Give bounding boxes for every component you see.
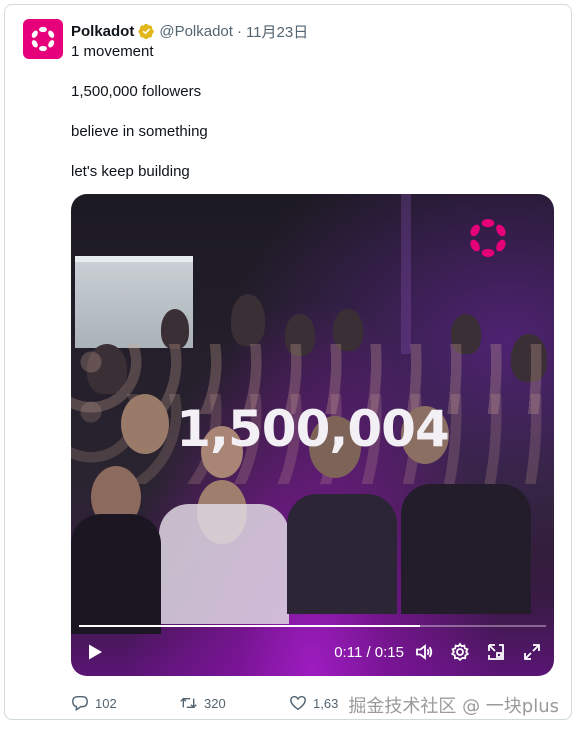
video-time: 0:11 / 0:15	[334, 644, 404, 661]
crowd-person	[231, 294, 265, 346]
author-handle[interactable]: @Polkadot	[159, 23, 233, 40]
popout-icon	[488, 644, 504, 660]
volume-icon	[416, 644, 433, 660]
tweet-text-line: let's keep building	[71, 163, 190, 180]
repost-count: 320	[204, 695, 226, 711]
repost-icon	[180, 697, 197, 709]
polkadot-logo-icon	[31, 26, 55, 52]
like-button[interactable]: 1,63	[289, 694, 338, 712]
settings-button[interactable]	[448, 640, 472, 664]
avatar[interactable]	[23, 19, 63, 59]
crowd-person-shirt	[71, 514, 161, 634]
reply-button[interactable]: 102	[71, 694, 179, 712]
polkadot-logo-icon	[470, 218, 506, 258]
reply-icon	[72, 695, 88, 712]
header-separator: ·	[236, 22, 242, 40]
like-count: 1,63	[313, 695, 339, 711]
video-overlay-number: 1,500,004	[176, 400, 450, 458]
fullscreen-icon	[524, 644, 540, 660]
video-progress-bar[interactable]	[79, 625, 546, 627]
tweet-text-line: 1,500,000 followers	[71, 83, 202, 100]
author-name[interactable]: Polkadot	[71, 23, 134, 40]
settings-icon	[451, 642, 470, 661]
crowd-person	[161, 309, 189, 349]
tweet-date[interactable]: 11月23日	[246, 21, 308, 42]
verified-badge-icon	[138, 23, 155, 40]
like-icon	[290, 695, 306, 711]
play-button[interactable]	[83, 640, 107, 664]
video-player[interactable]: 1,500,004 0:11 / 0:15	[71, 194, 554, 676]
crowd-person-shirt	[159, 504, 289, 624]
tweet-card[interactable]: Polkadot @Polkadot · 11月23日 1 movement 1…	[4, 4, 572, 720]
crowd-person-shirt	[401, 484, 531, 614]
crowd-person-shirt	[287, 494, 397, 614]
play-icon	[89, 644, 102, 660]
repost-button[interactable]: 320	[179, 694, 289, 712]
tweet-header: Polkadot @Polkadot · 11月23日	[71, 21, 308, 41]
popout-button[interactable]	[484, 640, 508, 664]
tweet-text-line: 1 movement	[71, 43, 154, 60]
fullscreen-button[interactable]	[520, 640, 544, 664]
reply-count: 102	[95, 695, 117, 711]
video-progress-fill	[79, 625, 420, 627]
watermark: 掘金技术社区 @ 一块plus	[348, 696, 559, 717]
tweet-text-line: believe in something	[71, 123, 208, 140]
video-background-light	[401, 194, 411, 354]
video-background-window-frame	[75, 256, 193, 262]
video-controls: 0:11 / 0:15	[71, 640, 554, 670]
volume-button[interactable]	[412, 640, 436, 664]
tweet-actions: 102 320 1,63	[71, 691, 338, 715]
